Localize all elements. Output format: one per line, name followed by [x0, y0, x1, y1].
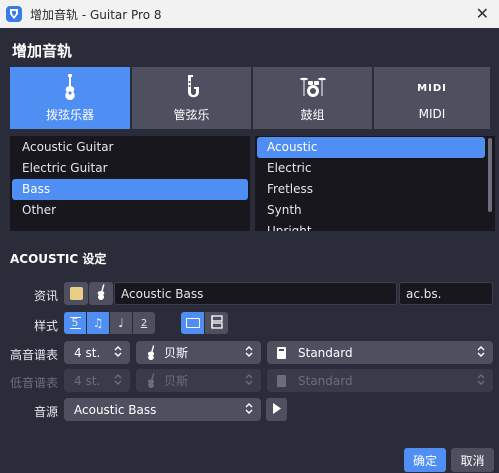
midi-icon-text: MIDI: [417, 82, 447, 94]
variant-list-scrollbar[interactable]: [488, 138, 492, 212]
bass-instrument-value: 贝斯: [164, 374, 189, 388]
rhythm-toggle[interactable]: ♩: [110, 312, 132, 334]
up-down-chevron-icon: [477, 373, 485, 388]
guitar-pro-logo-icon: [6, 6, 22, 22]
single-staff-layout-toggle[interactable]: [181, 312, 204, 334]
standard-notation-toggle[interactable]: ♫: [87, 312, 109, 334]
bass-strings-value: 4 st.: [74, 373, 101, 388]
up-down-chevron-icon: [114, 373, 122, 388]
midi-icon: MIDI: [417, 75, 447, 101]
bass-tuning-value: Standard: [298, 373, 353, 388]
guitar-icon: [146, 345, 156, 360]
up-down-chevron-icon: [245, 345, 253, 360]
treble-instrument-value: 贝斯: [164, 346, 189, 360]
track-icon-button[interactable]: [89, 282, 113, 305]
tab-midi[interactable]: MIDI MIDI: [374, 67, 490, 129]
list-item-electric-guitar[interactable]: Electric Guitar: [10, 158, 250, 179]
play-sound-button[interactable]: [266, 398, 287, 421]
style-label: 样式: [33, 319, 58, 333]
tuning-book-icon: [277, 346, 286, 359]
treble-tuning-select[interactable]: Standard: [267, 341, 493, 364]
close-window-button[interactable]: ✕: [476, 4, 489, 23]
treble-staff-label: 高音谱表: [9, 348, 58, 362]
instrument-variant-list: Acoustic Electric Fretless Synth Upright: [255, 136, 495, 231]
track-color-button[interactable]: [64, 282, 88, 305]
up-down-chevron-icon: [477, 345, 485, 360]
info-label: 资讯: [33, 289, 58, 303]
color-swatch: [69, 287, 83, 300]
tab-drums[interactable]: 鼓组: [253, 67, 372, 129]
tab-label: 拨弦乐器: [45, 107, 94, 122]
saxophone-icon: [184, 74, 200, 100]
single-staff-icon: [185, 318, 200, 328]
list-item-acoustic-guitar[interactable]: Acoustic Guitar: [10, 137, 250, 158]
up-down-chevron-icon: [114, 345, 122, 360]
bass-instrument-select: 贝斯: [136, 369, 261, 392]
sound-label: 音源: [33, 405, 58, 419]
play-icon: [272, 402, 281, 417]
tab-orchestral[interactable]: 管弦乐: [132, 67, 251, 129]
up-down-chevron-icon: [245, 373, 253, 388]
tablature-toggle[interactable]: 5: [64, 312, 86, 334]
tab-label: 鼓组: [300, 107, 325, 122]
ok-button[interactable]: 确定: [404, 448, 446, 472]
treble-tuning-value: Standard: [298, 345, 353, 360]
list-item-bass[interactable]: Bass: [12, 179, 248, 200]
window-title: 增加音轨 - Guitar Pro 8: [30, 7, 162, 22]
track-short-name-value: ac.bs.: [406, 286, 442, 301]
guitar-icon: [63, 73, 77, 100]
sound-select[interactable]: Acoustic Bass: [64, 398, 261, 421]
list-item-acoustic[interactable]: Acoustic: [257, 137, 485, 158]
treble-strings-select[interactable]: 4 st.: [64, 341, 130, 364]
bass-tuning-select: Standard: [267, 369, 493, 392]
dialog-heading: 增加音轨: [12, 42, 73, 60]
title-bar: 增加音轨 - Guitar Pro 8 ✕: [0, 0, 499, 28]
tab-label: MIDI: [418, 107, 446, 121]
list-item-synth[interactable]: Synth: [255, 200, 495, 221]
track-name-field[interactable]: Acoustic Bass: [114, 282, 397, 305]
slash-icon: 2: [140, 317, 148, 329]
list-item-electric[interactable]: Electric: [255, 158, 495, 179]
guitar-icon: [96, 284, 106, 303]
list-item-fretless[interactable]: Fretless: [255, 179, 495, 200]
treble-instrument-select[interactable]: 贝斯: [136, 341, 261, 364]
cancel-button[interactable]: 取消: [451, 448, 494, 472]
bass-staff-label: 低音谱表: [9, 376, 58, 390]
sound-value: Acoustic Bass: [74, 402, 157, 417]
standard-notation-icon: ♫: [92, 316, 104, 330]
track-short-name-field[interactable]: ac.bs.: [399, 282, 493, 305]
tuning-book-icon: [277, 374, 286, 387]
slash-toggle[interactable]: 2: [133, 312, 155, 334]
multi-staff-icon: [210, 314, 223, 332]
tab-plucked-strings[interactable]: 拨弦乐器: [10, 67, 130, 129]
track-name-value: Acoustic Bass: [121, 286, 204, 301]
up-down-chevron-icon: [245, 402, 253, 417]
drum-kit-icon: [299, 74, 326, 100]
bass-strings-select: 4 st.: [64, 369, 130, 392]
tab-icon: 5: [69, 316, 81, 329]
list-item-other[interactable]: Other: [10, 200, 250, 221]
guitar-icon: [146, 373, 156, 388]
rhythm-icon: ♩: [118, 316, 124, 330]
list-item-upright[interactable]: Upright: [255, 221, 495, 231]
tab-label: 管弦乐: [173, 107, 210, 122]
multi-staff-layout-toggle[interactable]: [205, 312, 228, 334]
treble-strings-value: 4 st.: [74, 345, 101, 360]
instrument-family-list: Acoustic Guitar Electric Guitar Bass Oth…: [10, 136, 250, 231]
settings-heading: ACOUSTIC 设定: [10, 252, 107, 266]
